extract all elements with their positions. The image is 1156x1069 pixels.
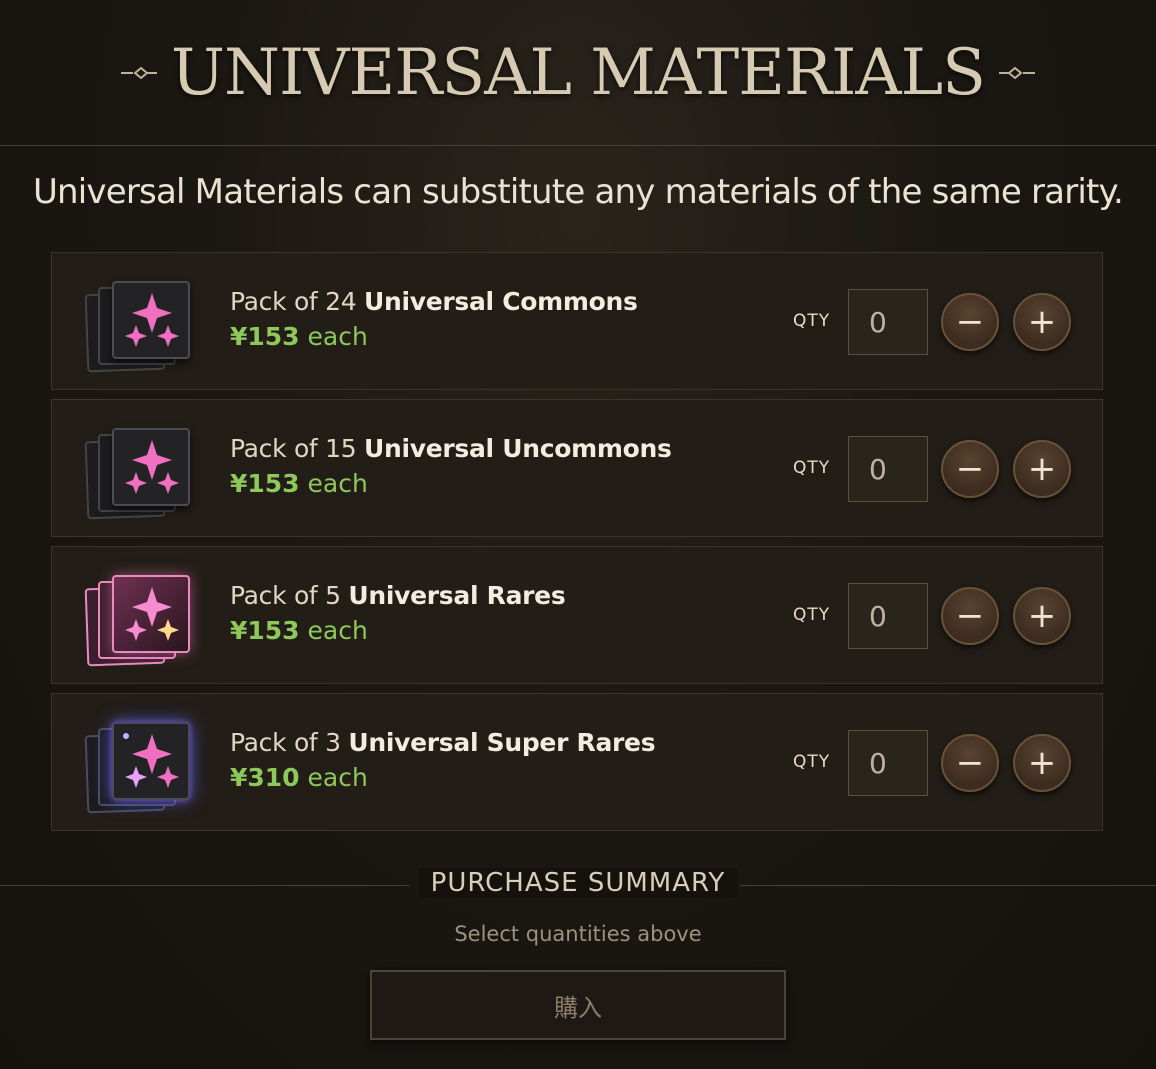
item-pack-size: Pack of 24 [230,287,364,316]
increase-button[interactable]: + [1013,440,1071,498]
item-description: Pack of 24 Universal Commons ¥153 each [230,287,638,351]
plus-icon: + [1027,449,1057,489]
qty-label: QTY [793,458,831,478]
quantity-input[interactable] [848,583,928,649]
sparkle-card-icon [84,281,198,373]
qty-label: QTY [793,311,831,331]
sparkle-card-icon [84,722,198,814]
item-row-uncommons: Pack of 15 Universal Uncommons ¥153 each… [51,399,1103,537]
item-description: Pack of 3 Universal Super Rares ¥310 eac… [230,728,656,792]
qty-label: QTY [793,605,831,625]
summary-title: PURCHASE SUMMARY [0,868,1156,898]
right-ornament-icon [998,66,1035,79]
item-price: ¥153 [230,616,300,645]
item-description: Pack of 5 Universal Rares ¥153 each [230,581,566,645]
summary-title-text: PURCHASE SUMMARY [418,868,738,898]
summary-hint: Select quantities above [454,922,702,946]
item-pack-size: Pack of 5 [230,581,349,610]
item-name: Universal Commons [363,287,638,316]
item-row-super-rares: Pack of 3 Universal Super Rares ¥310 eac… [51,693,1103,831]
item-price: ¥153 [230,469,300,498]
sparkle-card-icon [84,428,198,520]
increase-button[interactable]: + [1013,734,1071,792]
item-pack-size: Pack of 15 [230,434,364,463]
quantity-input[interactable] [848,730,928,796]
item-row-rares: Pack of 5 Universal Rares ¥153 each QTY … [51,546,1103,684]
decrease-button[interactable]: − [941,293,999,351]
plus-icon: + [1027,302,1057,342]
item-name: Universal Rares [348,581,566,610]
item-name: Universal Uncommons [363,434,672,463]
increase-button[interactable]: + [1013,293,1071,351]
item-price: ¥310 [230,763,300,792]
item-description: Pack of 15 Universal Uncommons ¥153 each [230,434,672,498]
minus-icon: − [955,449,985,489]
header: UNIVERSAL MATERIALS [0,0,1156,146]
item-pack-size: Pack of 3 [230,728,349,757]
subtitle: Universal Materials can substitute any m… [32,172,1124,212]
item-name: Universal Super Rares [348,728,656,757]
plus-icon: + [1027,596,1057,636]
item-price-unit: each [299,469,368,498]
minus-icon: − [955,596,985,636]
item-price-unit: each [299,322,368,351]
item-row-commons: Pack of 24 Universal Commons ¥153 each Q… [51,252,1103,390]
qty-label: QTY [793,752,831,772]
quantity-input[interactable] [848,436,928,502]
item-price-unit: each [299,763,368,792]
left-ornament-icon [121,66,158,79]
increase-button[interactable]: + [1013,587,1071,645]
minus-icon: − [955,743,985,783]
plus-icon: + [1027,743,1057,783]
item-price-unit: each [299,616,368,645]
minus-icon: − [955,302,985,342]
buy-button[interactable]: 購入 [370,970,786,1040]
decrease-button[interactable]: − [941,587,999,645]
sparkle-card-icon [84,575,198,667]
item-price: ¥153 [230,322,300,351]
decrease-button[interactable]: − [941,440,999,498]
page-title: UNIVERSAL MATERIALS [171,35,986,110]
quantity-input[interactable] [848,289,928,355]
decrease-button[interactable]: − [941,734,999,792]
